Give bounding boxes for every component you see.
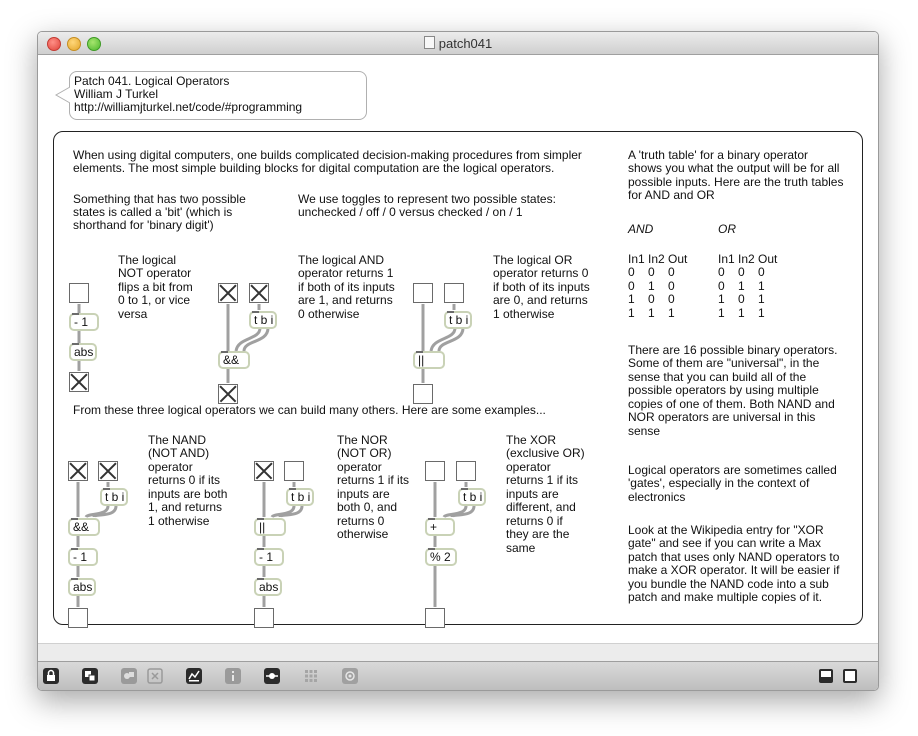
trigger-bang-int-object[interactable]: t b i [286, 488, 314, 506]
abs-object[interactable]: abs [68, 578, 96, 596]
and-text-line-4: are 1, and returns [298, 293, 393, 307]
minus-one-object[interactable]: - 1 [68, 548, 98, 566]
not-text-line-2: NOT operator [118, 266, 192, 280]
and-text-line-2: operator returns 1 [298, 266, 394, 280]
and-table-title: AND [628, 222, 654, 236]
not-input-toggle[interactable] [69, 283, 89, 303]
single-view-icon[interactable] [841, 667, 859, 685]
xor-text-line-2: (exclusive OR) [506, 446, 585, 460]
abs-object[interactable]: abs [254, 578, 282, 596]
delete-icon[interactable] [146, 667, 164, 685]
minus-one-object[interactable]: - 1 [69, 313, 99, 331]
object-palette-icon[interactable] [120, 667, 138, 685]
nand-input-right-toggle[interactable] [98, 461, 118, 481]
nor-input-right-toggle[interactable] [284, 461, 304, 481]
nor-text-line-4: returns 1 if its [337, 473, 410, 487]
nor-text-line-6: both 0, and [337, 500, 398, 514]
exercise-line-4: make a XOR operator. It will be easier i… [628, 563, 840, 577]
bit-text-line-3: shorthand for 'binary digit') [73, 218, 214, 232]
truth-intro-line-4: for AND and OR [628, 188, 715, 202]
and-input-left-toggle[interactable] [218, 283, 238, 303]
modulo-two-object[interactable]: % 2 [425, 548, 457, 566]
intro-line-2: elements. The most simple building block… [73, 161, 555, 175]
lock-icon[interactable] [42, 667, 60, 685]
trigger-bang-int-object[interactable]: t b i [458, 488, 486, 506]
canvas-bottom-margin [38, 643, 878, 662]
universal-line-6: NOR operators are universal in this [628, 410, 816, 424]
not-output-toggle[interactable] [69, 372, 89, 392]
nand-input-left-toggle[interactable] [68, 461, 88, 481]
universal-line-7: sense [628, 424, 661, 438]
xor-input-right-toggle[interactable] [456, 461, 476, 481]
or-input-left-toggle[interactable] [413, 283, 433, 303]
patch-cord-icon[interactable] [263, 667, 281, 685]
or-output-toggle[interactable] [413, 384, 433, 404]
patcher-toolbar [38, 661, 878, 690]
inspector-icon[interactable] [185, 667, 203, 685]
window-title: patch041 [38, 36, 878, 51]
trigger-bang-int-object[interactable]: t b i [249, 311, 277, 329]
plus-object[interactable]: + [425, 518, 455, 536]
exercise-line-6: patch and make multiple copies of it. [628, 590, 823, 604]
nand-text-line-6: 1, and returns [148, 500, 223, 514]
nand-output-toggle[interactable] [68, 608, 88, 628]
snapshot-icon[interactable] [341, 667, 359, 685]
gates-line-3: electronics [628, 490, 686, 504]
or-text-line-2: operator returns 0 [493, 266, 589, 280]
or-text-line-4: are 0, and returns [493, 293, 588, 307]
not-text-line-5: versa [118, 307, 148, 321]
nor-text-line-8: otherwise [337, 527, 389, 541]
minus-one-object[interactable]: - 1 [254, 548, 284, 566]
and-table-row: 0 0 0 [628, 265, 675, 279]
truth-intro-line-2: shows you what the output will be for al… [628, 161, 840, 175]
universal-line-2: Some of them are "universal", in the [628, 356, 820, 370]
or-input-right-toggle[interactable] [444, 283, 464, 303]
nor-input-left-toggle[interactable] [254, 461, 274, 481]
xor-text-line-6: different, and [506, 500, 576, 514]
trigger-bang-int-object[interactable]: t b i [100, 488, 128, 506]
toggle-text-line-2: unchecked / off / 0 versus checked / on … [298, 205, 523, 219]
and-table-row: 1 1 1 [628, 306, 675, 320]
and-text-line-5: 0 otherwise [298, 307, 360, 321]
exercise-line-2: gate" and see if you can write a Max [628, 536, 822, 550]
info-icon[interactable] [224, 667, 242, 685]
nand-text-line-4: returns 0 if its [148, 473, 221, 487]
logical-and-object[interactable]: && [68, 518, 100, 536]
patcher-window: patch041 Patch 041. Logical Operators Wi… [37, 31, 879, 691]
grid-icon[interactable] [302, 667, 320, 685]
xor-output-toggle[interactable] [425, 608, 445, 628]
xor-text-line-9: same [506, 541, 536, 555]
nor-output-toggle[interactable] [254, 608, 274, 628]
split-view-icon[interactable] [817, 667, 835, 685]
logical-or-object[interactable]: || [254, 518, 286, 536]
or-table-row: 1 0 1 [718, 292, 765, 306]
trigger-bang-int-object[interactable]: t b i [444, 311, 472, 329]
or-table-title: OR [718, 222, 736, 236]
presentation-icon[interactable] [81, 667, 99, 685]
and-input-right-toggle[interactable] [249, 283, 269, 303]
logical-or-object[interactable]: || [413, 351, 445, 369]
not-text-line-4: 0 to 1, or vice [118, 293, 191, 307]
logical-and-object[interactable]: && [218, 351, 250, 369]
xor-text-line-4: returns 1 if its [506, 473, 579, 487]
document-icon [423, 36, 435, 49]
title-bar: patch041 [38, 32, 878, 55]
xor-text-line-8: they are the [506, 527, 570, 541]
or-table-row: 0 0 0 [718, 265, 765, 279]
patcher-canvas[interactable]: Patch 041. Logical Operators William J T… [38, 55, 878, 643]
nor-text-line-2: (NOT OR) [337, 446, 392, 460]
and-table-row: 1 0 0 [628, 292, 675, 306]
universal-line-4: possible operators by using multiple [628, 383, 819, 397]
or-text-line-5: 1 otherwise [493, 307, 555, 321]
gates-line-2: 'gates', especially in the context of [628, 476, 810, 490]
nand-text-line-7: 1 otherwise [148, 514, 210, 528]
nand-text-line-2: (NOT AND) [148, 446, 210, 460]
and-output-toggle[interactable] [218, 384, 238, 404]
xor-input-left-toggle[interactable] [425, 461, 445, 481]
abs-object[interactable]: abs [69, 343, 97, 361]
or-table-row: 1 1 1 [718, 306, 765, 320]
examples-text: From these three logical operators we ca… [73, 403, 546, 417]
